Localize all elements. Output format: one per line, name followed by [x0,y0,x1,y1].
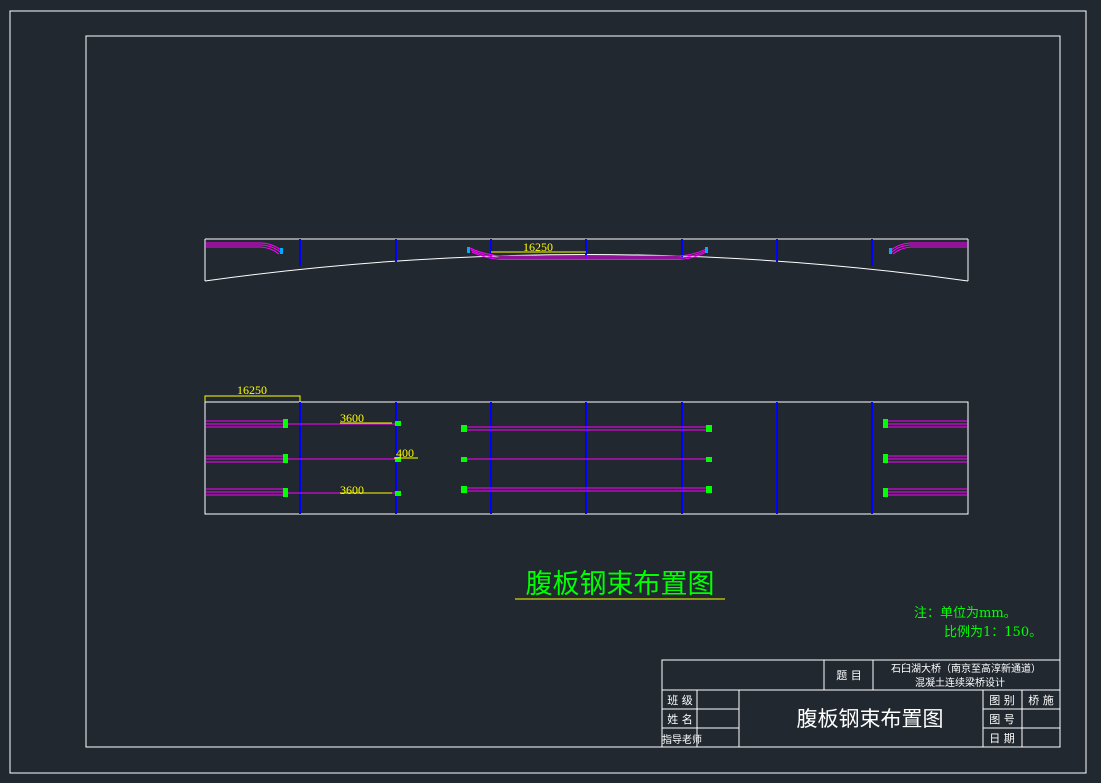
plan-dimension-middle-label: 400 [396,446,414,460]
title-block-number-label: 图 号 [989,713,1015,726]
plan-dimension-lower-label: 3600 [340,483,364,497]
inner-frame [85,35,1061,748]
title-block-project-line2: 混凝土连续梁桥设计 [915,676,1005,689]
plan-view: 16250 3600 400 3600 [204,383,969,515]
title-block-date-label: 日 期 [989,732,1015,745]
cad-drawing-canvas: 16250 16250 3600 400 3600 腹板钢束布置图 注：单位为m… [9,10,1087,774]
title-block-category-label: 图 别 [989,694,1015,707]
elevation-view: 16250 [204,238,969,282]
outer-frame [9,10,1087,774]
title-block-advisor-label: 指导老师 [662,733,702,746]
plan-tendons-left [206,420,398,496]
title-block-topic-label: 题 目 [836,669,862,682]
elevation-dimension-label: 16250 [523,240,553,254]
plan-dimension-top-label: 16250 [237,383,267,397]
plan-dimension-upper-label: 3600 [340,411,364,425]
drawing-main-title: 腹板钢束布置图 [526,569,715,600]
plan-tendons-right [888,420,967,496]
title-block-drawing-title: 腹板钢束布置图 [797,707,944,731]
title-block-name-label: 姓 名 [667,712,693,726]
plan-tendons-middle [465,426,710,492]
title-block-project-line1: 石臼湖大桥（南京至高淳新通道） [891,662,1041,675]
note-unit: 注：单位为mm。 [914,606,1017,621]
note-scale: 比例为1：150。 [944,625,1042,640]
title-block-class-label: 班 级 [667,694,693,707]
elevation-tendon-right [888,242,967,255]
title-block-category-value: 桥 施 [1028,694,1054,707]
elevation-tendon-left [206,242,284,255]
elevation-tendon-middle [469,247,709,260]
